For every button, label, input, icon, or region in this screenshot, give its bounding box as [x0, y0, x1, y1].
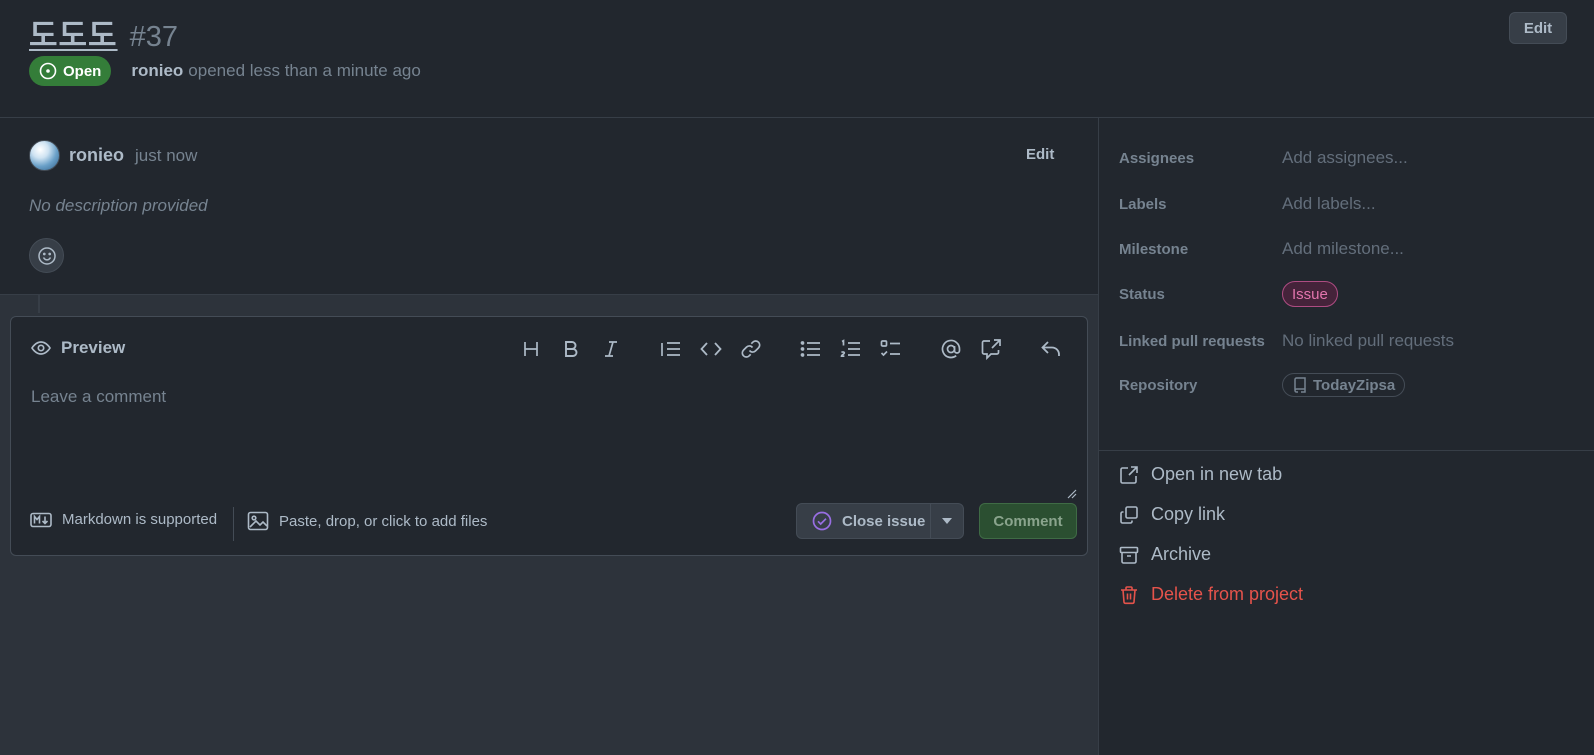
- issue-opened-icon: [39, 62, 57, 80]
- footer-divider: [233, 507, 234, 541]
- field-label: Linked pull requests: [1119, 332, 1265, 350]
- avatar[interactable]: [29, 140, 60, 171]
- field-label: Assignees: [1119, 149, 1195, 167]
- issue-author-link[interactable]: ronieo: [131, 61, 183, 80]
- field-repository[interactable]: Repository TodayZipsa: [1119, 373, 1406, 397]
- undo-icon[interactable]: [1039, 337, 1063, 361]
- markdown-hint-label: Markdown is supported: [62, 511, 218, 528]
- archive-button[interactable]: Archive: [1119, 544, 1211, 565]
- bold-icon[interactable]: [559, 337, 583, 361]
- attach-files-label: Paste, drop, or click to add files: [279, 512, 488, 530]
- edit-title-button[interactable]: Edit: [1509, 12, 1567, 44]
- copy-link-button[interactable]: Copy link: [1119, 504, 1225, 525]
- comment-author[interactable]: ronieo: [69, 145, 124, 166]
- sidebar-divider: [1099, 450, 1594, 451]
- comment-button[interactable]: Comment: [979, 503, 1077, 539]
- close-issue-label: Close issue: [842, 512, 926, 530]
- field-label: Repository: [1119, 376, 1198, 394]
- status-badge-label: Open: [63, 62, 102, 80]
- issue-opened-text: ronieo opened less than a minute ago: [131, 61, 420, 81]
- bulleted-list-icon[interactable]: [799, 337, 823, 361]
- comment-input[interactable]: Leave a comment: [31, 387, 1061, 497]
- issue-title[interactable]: 도도도: [29, 10, 118, 55]
- open-in-new-tab-button[interactable]: Open in new tab: [1119, 464, 1282, 485]
- mention-icon[interactable]: [939, 337, 963, 361]
- field-value: No linked pull requests: [1282, 331, 1454, 350]
- comment-time[interactable]: just now: [135, 146, 197, 166]
- markdown-icon: [30, 512, 52, 528]
- repository-name: TodayZipsa: [1313, 376, 1396, 394]
- field-linked-pull-requests[interactable]: Linked pull requests No linked pull requ…: [1119, 331, 1454, 351]
- issue-opened-time: opened less than a minute ago: [188, 61, 421, 80]
- preview-tab[interactable]: Preview: [30, 337, 125, 359]
- issue-title-row: 도도도 #37: [29, 10, 178, 55]
- code-icon[interactable]: [699, 337, 723, 361]
- field-label: Milestone: [1119, 240, 1189, 258]
- preview-tab-label: Preview: [61, 338, 126, 357]
- comment-editor: Preview Leave a comment Markdown is supp…: [10, 316, 1088, 556]
- link-icon[interactable]: [739, 337, 763, 361]
- issue-closed-icon: [811, 510, 833, 532]
- triangle-down-icon: [942, 518, 952, 524]
- add-reaction-button[interactable]: [29, 238, 64, 273]
- field-value[interactable]: Add milestone...: [1282, 239, 1404, 259]
- image-icon: [247, 511, 269, 531]
- status-badge: Open: [29, 56, 112, 86]
- action-label: Delete from project: [1151, 584, 1304, 604]
- delete-from-project-button[interactable]: Delete from project: [1119, 584, 1303, 605]
- task-list-icon[interactable]: [879, 337, 903, 361]
- close-issue-split-button: Close issue: [796, 503, 964, 539]
- issue-header: 도도도 #37 Edit Open ronieo opened less than…: [0, 0, 1594, 118]
- field-labels[interactable]: Labels Add labels...: [1119, 194, 1376, 214]
- field-value[interactable]: Add assignees...: [1282, 148, 1408, 168]
- field-label: Labels: [1119, 195, 1167, 213]
- italic-icon[interactable]: [599, 337, 623, 361]
- repository-token[interactable]: TodayZipsa: [1282, 373, 1406, 397]
- edit-comment-button[interactable]: Edit: [1026, 146, 1054, 163]
- heading-icon[interactable]: [519, 337, 543, 361]
- action-label: Copy link: [1151, 504, 1226, 524]
- external-link-icon: [1119, 465, 1139, 485]
- trash-icon: [1119, 585, 1139, 605]
- comment-header: ronieo just now: [29, 140, 197, 171]
- repo-icon: [1293, 377, 1307, 393]
- issue-number: #37: [129, 21, 178, 53]
- field-assignees[interactable]: Assignees Add assignees...: [1119, 148, 1408, 168]
- reference-icon[interactable]: [979, 337, 1003, 361]
- markdown-hint[interactable]: Markdown is supported: [30, 511, 217, 528]
- numbered-list-icon[interactable]: [839, 337, 863, 361]
- attach-files[interactable]: Paste, drop, or click to add files: [247, 511, 487, 531]
- field-label: Status: [1119, 285, 1165, 303]
- field-value[interactable]: Add labels...: [1282, 194, 1376, 214]
- field-status[interactable]: Status Issue: [1119, 281, 1338, 307]
- issue-sidebar: Assignees Add assignees... Labels Add la…: [1098, 118, 1594, 755]
- issue-description: No description provided: [29, 196, 208, 215]
- action-label: Open in new tab: [1151, 464, 1283, 484]
- smiley-icon: [37, 246, 57, 266]
- status-token[interactable]: Issue: [1282, 281, 1338, 307]
- main-panel: ronieo just now Edit No description prov…: [0, 118, 1098, 755]
- close-issue-button[interactable]: Close issue: [797, 504, 931, 538]
- eye-icon: [30, 337, 52, 359]
- field-milestone[interactable]: Milestone Add milestone...: [1119, 239, 1404, 259]
- archive-icon: [1119, 545, 1139, 565]
- editor-footer: Markdown is supported Paste, drop, or cl…: [11, 497, 1087, 555]
- action-label: Archive: [1151, 544, 1212, 564]
- editor-toolbar: Preview: [11, 317, 1087, 379]
- issue-meta: Open ronieo opened less than a minute ago: [29, 56, 421, 86]
- quote-icon[interactable]: [659, 337, 683, 361]
- issue-body: ronieo just now Edit No description prov…: [0, 118, 1098, 295]
- timeline-line: [38, 295, 40, 313]
- copy-icon: [1119, 505, 1139, 525]
- close-issue-options-button[interactable]: [931, 504, 963, 538]
